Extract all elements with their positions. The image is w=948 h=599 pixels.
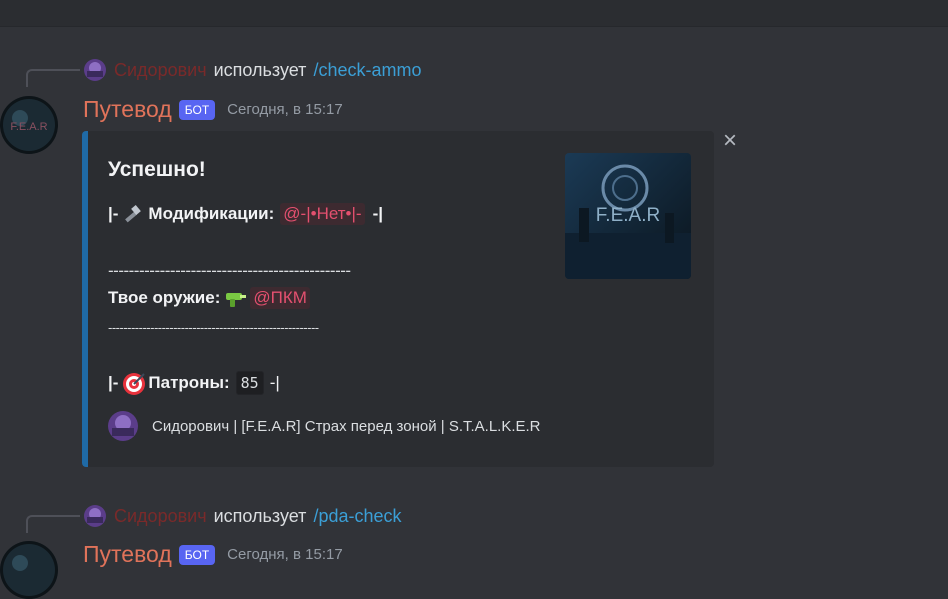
- embed-thumbnail[interactable]: F.E.A.R: [565, 153, 691, 279]
- separator-line: ----------------------------------------…: [108, 261, 351, 280]
- embed-accent-bar: [82, 131, 88, 467]
- channel-header-bar: [0, 0, 948, 27]
- reply-user-avatar[interactable]: [84, 59, 106, 81]
- ammo-value: 85: [235, 371, 264, 395]
- avatar-logo-text: F.E.A.R: [10, 121, 47, 133]
- message-timestamp[interactable]: Сегодня, в 15:17: [227, 101, 343, 118]
- mods-line: |- Модификации: @-|•Нет•|- -|: [108, 203, 383, 225]
- ammo-line: |- Патроны: 85 -|: [108, 371, 280, 395]
- mods-mention[interactable]: @-|•Нет•|-: [280, 203, 365, 225]
- weapon-label: Твое оружие:: [108, 288, 221, 307]
- footer-avatar: [108, 411, 138, 441]
- bot-badge: БОТ: [178, 544, 216, 565]
- reply-uses-text: использует: [213, 60, 307, 80]
- message-header: Путевод БОТ Сегодня, в 15:17: [83, 541, 343, 568]
- reply-user-avatar[interactable]: [84, 505, 106, 527]
- close-icon[interactable]: ×: [719, 129, 741, 153]
- bot-avatar[interactable]: [0, 541, 58, 599]
- mods-label: Модификации:: [148, 204, 275, 223]
- target-icon: [122, 372, 146, 395]
- mods-prefix: |-: [108, 204, 119, 223]
- author-name[interactable]: Путевод: [83, 96, 172, 123]
- reply-uses-text: использует: [213, 506, 307, 526]
- wrench-icon: [122, 203, 144, 225]
- embed-title: Успешно!: [108, 158, 206, 181]
- embed-footer: Сидорович | [F.E.A.R] Страх перед зоной …: [108, 411, 541, 441]
- bot-avatar[interactable]: F.E.A.R: [0, 96, 58, 154]
- ammo-label: Патроны:: [148, 373, 230, 392]
- separator-line: ----------------------------------------…: [108, 320, 319, 335]
- reply-line: Сидорович использует /pda-check: [114, 506, 402, 527]
- mods-suffix: -|: [372, 204, 383, 223]
- weapon-line: Твое оружие: @ПКМ: [108, 287, 310, 309]
- ammo-prefix: |-: [108, 373, 119, 392]
- embed-card: Успешно! |- Модификации: @-|•Нет•|- -| -…: [82, 131, 714, 467]
- weapon-mention[interactable]: @ПКМ: [250, 287, 310, 309]
- reply-username[interactable]: Сидорович: [114, 506, 207, 526]
- reply-connector: [26, 69, 80, 87]
- reply-command[interactable]: /check-ammo: [313, 60, 421, 80]
- footer-text: Сидорович | [F.E.A.R] Страх перед зоной …: [152, 417, 541, 435]
- bot-badge: БОТ: [178, 99, 216, 120]
- reply-line: Сидорович использует /check-ammo: [114, 60, 421, 81]
- thumbnail-text: F.E.A.R: [596, 205, 660, 226]
- reply-username[interactable]: Сидорович: [114, 60, 207, 80]
- reply-connector: [26, 515, 80, 533]
- reply-command[interactable]: /pda-check: [313, 506, 401, 526]
- message-header: Путевод БОТ Сегодня, в 15:17: [83, 96, 343, 123]
- raygun-icon: [224, 287, 247, 309]
- message-timestamp[interactable]: Сегодня, в 15:17: [227, 546, 343, 563]
- author-name[interactable]: Путевод: [83, 541, 172, 568]
- ammo-suffix: -|: [269, 373, 280, 392]
